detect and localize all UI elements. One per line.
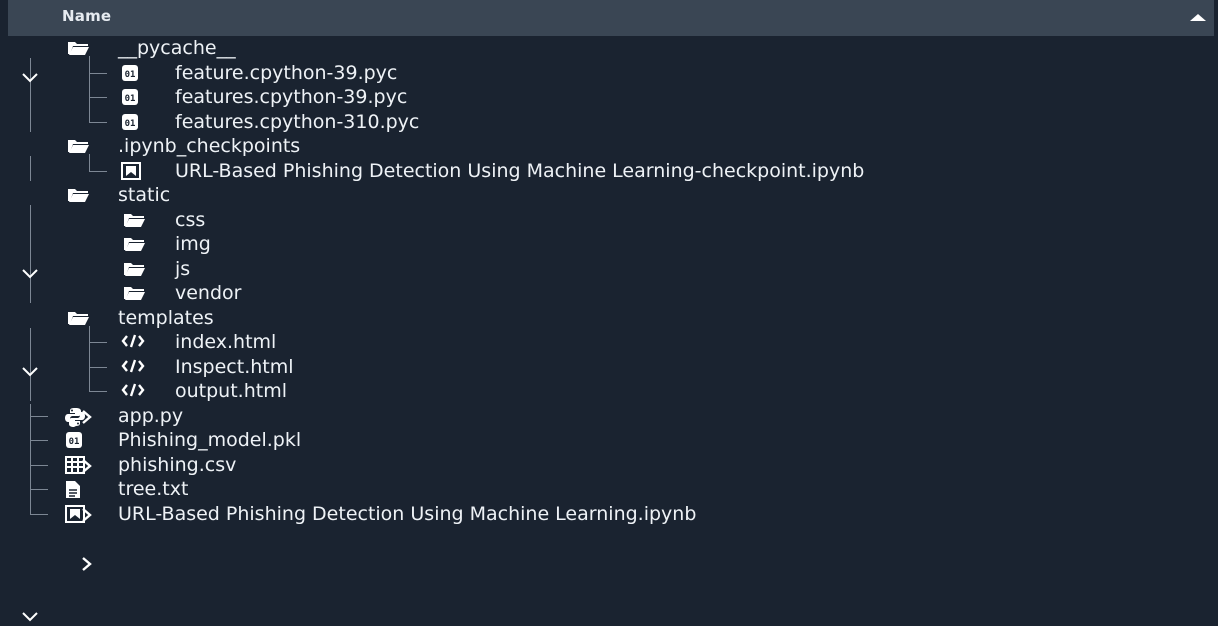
binary-file-icon: 01 [121,88,139,110]
folder-icon [67,40,89,60]
binary-file-icon: 01 [121,113,139,135]
svg-text:01: 01 [125,70,136,80]
notebook-icon [121,161,141,184]
folder-icon [67,187,89,207]
folder-name: .ipynb_checkpoints [118,135,301,158]
file-row[interactable]: app.py [0,404,1218,428]
folder-row[interactable]: img [0,232,1218,473]
folder-icon [123,261,145,281]
folder-row[interactable]: templates [0,306,1218,621]
folder-icon [123,285,145,305]
file-row[interactable]: 01 feature.cpython-39.pyc [0,61,1218,85]
folder-icon [123,236,145,256]
file-name: tree.txt [118,478,189,501]
file-name: URL-Based Phishing Detection Using Machi… [118,502,697,525]
file-row[interactable]: Inspect.html [0,355,1218,379]
html-file-icon [121,382,145,402]
svg-text:01: 01 [125,119,136,129]
file-name: feature.cpython-39.pyc [175,61,398,84]
folder-row[interactable]: .ipynb_checkpoints [0,134,1218,278]
file-row[interactable]: output.html [0,379,1218,403]
file-tree: __pycache__ 01 feature.cpython-39.pyc 01 fea… [0,0,1218,621]
binary-file-icon: 01 [121,64,139,86]
table-file-icon [65,455,85,478]
file-name: Inspect.html [175,355,294,378]
folder-row[interactable]: css [0,208,1218,424]
folder-name: templates [118,306,214,329]
binary-file-icon: 01 [65,431,83,453]
chevron-down-icon[interactable] [22,607,38,626]
file-name: output.html [175,380,287,403]
folder-row[interactable]: vendor [0,281,1218,571]
file-row[interactable]: 01 features.cpython-310.pyc [0,110,1218,134]
folder-name: css [175,208,206,231]
file-row[interactable]: 01 features.cpython-39.pyc [0,85,1218,109]
folder-icon [67,138,89,158]
python-file-icon [65,407,85,431]
file-row[interactable]: index.html [0,330,1218,354]
html-file-icon [121,358,145,378]
file-row[interactable]: tree.txt [0,477,1218,501]
chevron-right-icon[interactable] [82,556,92,575]
html-file-icon [121,333,145,353]
svg-text:01: 01 [125,94,136,104]
folder-row[interactable]: static [0,183,1218,376]
file-row[interactable]: URL-Based Phishing Detection Using Machi… [0,502,1218,526]
folder-icon [67,310,89,330]
folder-name: js [175,257,191,280]
file-row[interactable]: phishing.csv [0,453,1218,477]
svg-text:01: 01 [69,437,80,447]
folder-row[interactable]: __pycache__ [0,36,1218,82]
file-name: index.html [175,331,277,354]
file-name: features.cpython-39.pyc [175,86,408,109]
folder-row[interactable]: js [0,257,1218,522]
file-name: phishing.csv [118,453,237,476]
file-name: Phishing_model.pkl [118,429,302,452]
folder-name: static [118,184,171,207]
file-row[interactable]: URL-Based Phishing Detection Using Machi… [0,159,1218,183]
file-name: features.cpython-310.pyc [175,110,420,133]
text-file-icon [65,480,81,503]
file-name: URL-Based Phishing Detection Using Machi… [175,159,865,182]
folder-name: img [175,233,211,256]
notebook-icon [65,504,85,527]
folder-name: __pycache__ [118,37,236,60]
folder-name: vendor [175,282,242,305]
file-row[interactable]: 01 Phishing_model.pkl [0,428,1218,452]
folder-icon [123,212,145,232]
file-name: app.py [118,404,184,427]
